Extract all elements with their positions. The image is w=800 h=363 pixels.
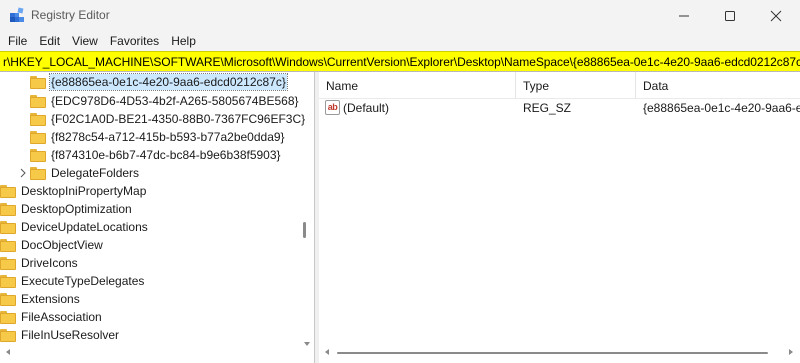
tree-item-label: {e88865ea-0e1c-4e20-9aa6-edcd0212c87c} bbox=[49, 73, 288, 91]
minimize-icon bbox=[679, 15, 689, 16]
tree-item-label: FileInUseResolver bbox=[21, 328, 120, 342]
value-data: {e88865ea-0e1c-4e20-9aa6-edcd0212c87c} bbox=[643, 101, 800, 115]
scroll-left-arrow-icon[interactable] bbox=[323, 348, 331, 356]
address-path[interactable]: r\HKEY_LOCAL_MACHINE\SOFTWARE\Microsoft\… bbox=[3, 55, 800, 69]
tree-item-label: {f874310e-b6b7-47dc-bc84-b9e6b38f5903} bbox=[51, 148, 281, 162]
folder-icon bbox=[0, 310, 16, 324]
tree-item-label: DesktopOptimization bbox=[21, 202, 132, 216]
tree-item-label: DesktopIniPropertyMap bbox=[21, 184, 147, 198]
tree-item[interactable]: Extensions bbox=[0, 290, 81, 308]
string-value-icon: ab bbox=[325, 100, 340, 115]
column-header-name-label: Name bbox=[326, 78, 359, 93]
folder-icon bbox=[0, 184, 16, 198]
tree-item[interactable]: DriveIcons bbox=[0, 254, 79, 272]
tree-item-label: Extensions bbox=[21, 292, 80, 306]
tree-item[interactable]: FileAssociation bbox=[0, 308, 103, 326]
column-header-name[interactable]: Name bbox=[319, 72, 516, 99]
close-icon bbox=[770, 10, 782, 21]
folder-icon bbox=[0, 328, 16, 342]
title-bar[interactable]: Registry Editor bbox=[0, 0, 800, 31]
window-title: Registry Editor bbox=[31, 8, 110, 22]
folder-icon bbox=[30, 75, 46, 89]
tree-vertical-scrollbar-thumb[interactable] bbox=[303, 222, 306, 238]
folder-icon bbox=[0, 292, 16, 306]
tree-item[interactable]: DeviceUpdateLocations bbox=[0, 218, 149, 236]
tree-item[interactable]: {e88865ea-0e1c-4e20-9aa6-edcd0212c87c} bbox=[30, 73, 288, 91]
scroll-left-arrow-icon[interactable] bbox=[4, 348, 12, 356]
values-horizontal-scrollbar-thumb[interactable] bbox=[337, 352, 768, 354]
value-type: REG_SZ bbox=[523, 101, 572, 115]
close-button[interactable] bbox=[753, 0, 799, 31]
menu-bar: File Edit View Favorites Help bbox=[0, 31, 800, 51]
tree-item[interactable]: DocObjectView bbox=[0, 236, 104, 254]
tree-item-label: DeviceUpdateLocations bbox=[21, 220, 148, 234]
maximize-icon bbox=[725, 10, 735, 21]
column-header-data-label: Data bbox=[643, 78, 669, 93]
tree-item[interactable]: {f874310e-b6b7-47dc-bc84-b9e6b38f5903} bbox=[30, 146, 282, 164]
folder-icon bbox=[30, 112, 46, 126]
chevron-right-icon[interactable] bbox=[18, 168, 28, 178]
folder-icon bbox=[30, 166, 46, 180]
tree-item-label: {f8278c54-a712-415b-b593-b77a2be0dda9} bbox=[51, 130, 285, 144]
column-header-type[interactable]: Type bbox=[516, 72, 636, 99]
tree-item-label: DocObjectView bbox=[21, 238, 103, 252]
folder-icon bbox=[30, 148, 46, 162]
scroll-right-arrow-icon[interactable] bbox=[787, 348, 795, 356]
scroll-down-arrow-icon[interactable] bbox=[303, 340, 311, 348]
tree-item[interactable]: DelegateFolders bbox=[18, 164, 140, 182]
folder-icon bbox=[30, 94, 46, 108]
tree-item[interactable]: {f8278c54-a712-415b-b593-b77a2be0dda9} bbox=[30, 128, 286, 146]
menu-help[interactable]: Help bbox=[165, 31, 202, 51]
tree-item-label: DelegateFolders bbox=[51, 166, 140, 180]
menu-file[interactable]: File bbox=[2, 31, 33, 51]
tree-item-label: DriveIcons bbox=[21, 256, 78, 270]
menu-edit[interactable]: Edit bbox=[33, 31, 66, 51]
folder-icon bbox=[0, 256, 16, 270]
menu-view[interactable]: View bbox=[66, 31, 104, 51]
tree-item[interactable]: {F02C1A0D-BE21-4350-88B0-7367FC96EF3C} bbox=[30, 110, 306, 128]
value-name: (Default) bbox=[343, 101, 390, 115]
folder-icon bbox=[0, 274, 16, 288]
values-pane[interactable]: Name Type Data ab (Default) REG_SZ {e888… bbox=[319, 72, 800, 363]
column-header-type-label: Type bbox=[523, 78, 550, 93]
maximize-button[interactable] bbox=[707, 0, 753, 31]
tree-item-label: {EDC978D6-4D53-4b2f-A265-5805674BE568} bbox=[51, 94, 299, 108]
value-row[interactable]: ab (Default) REG_SZ {e88865ea-0e1c-4e20-… bbox=[319, 99, 800, 117]
tree-item[interactable]: ExecuteTypeDelegates bbox=[0, 272, 145, 290]
tree-item[interactable]: FileInUseResolver bbox=[0, 326, 120, 344]
column-header-row: Name Type Data bbox=[319, 72, 800, 99]
address-bar[interactable]: r\HKEY_LOCAL_MACHINE\SOFTWARE\Microsoft\… bbox=[0, 51, 800, 72]
menu-favorites[interactable]: Favorites bbox=[104, 31, 165, 51]
tree-item[interactable]: {EDC978D6-4D53-4b2f-A265-5805674BE568} bbox=[30, 92, 300, 110]
folder-icon bbox=[30, 130, 46, 144]
key-tree-pane[interactable]: {e88865ea-0e1c-4e20-9aa6-edcd0212c87c} {… bbox=[0, 72, 315, 363]
minimize-button[interactable] bbox=[661, 0, 707, 31]
tree-item-label: {F02C1A0D-BE21-4350-88B0-7367FC96EF3C} bbox=[51, 112, 306, 126]
tree-item[interactable]: DesktopOptimization bbox=[0, 200, 133, 218]
tree-item-label: ExecuteTypeDelegates bbox=[21, 274, 145, 288]
folder-icon bbox=[0, 238, 16, 252]
tree-item[interactable]: DesktopIniPropertyMap bbox=[0, 182, 147, 200]
tree-item-label: FileAssociation bbox=[21, 310, 102, 324]
folder-icon bbox=[0, 220, 16, 234]
column-header-data[interactable]: Data bbox=[636, 72, 800, 99]
folder-icon bbox=[0, 202, 16, 216]
registry-editor-icon bbox=[10, 7, 24, 22]
